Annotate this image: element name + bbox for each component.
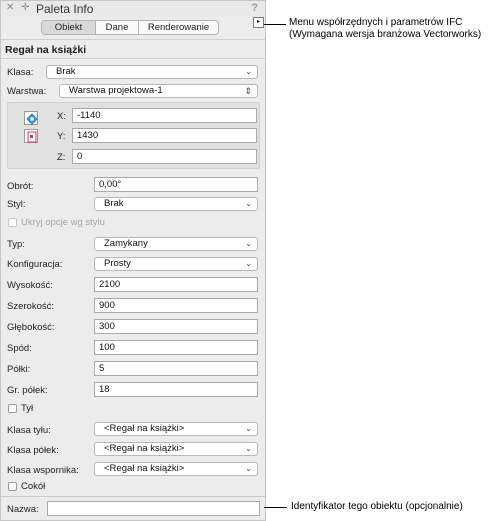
klasa-wspornika-label: Klasa wspornika: xyxy=(7,465,79,476)
callout-ifc-line2: (Wymagana wersja branżowa Vectorworks) xyxy=(289,29,482,40)
konfiguracja-select[interactable]: Prosty ⌄ xyxy=(94,257,258,271)
konfiguracja-label: Konfiguracja: xyxy=(7,259,63,270)
cokol-label: Cokół xyxy=(21,481,46,492)
obrot-field[interactable]: 0,00° xyxy=(94,177,258,192)
klasa-tylu-select[interactable]: <Regał na książki> ⌄ xyxy=(94,422,258,436)
callout-id-text: Identyfikator tego obiektu (opcjonalnie) xyxy=(291,501,463,512)
chevron-down-icon: ⌄ xyxy=(245,464,252,473)
chevron-down-icon: ⌄ xyxy=(245,67,252,76)
warstwa-label: Warstwa: xyxy=(7,86,47,97)
spod-field[interactable]: 100 xyxy=(94,340,258,355)
info-palette: ✕ ✛ Paleta Info ? Obiekt Dane Renderowan… xyxy=(0,0,266,521)
szerokosc-field[interactable]: 900 xyxy=(94,298,258,313)
z-field[interactable]: 0 xyxy=(72,149,257,164)
position-icon[interactable] xyxy=(24,111,38,125)
ifc-menu-icon[interactable]: ▸ xyxy=(253,17,264,28)
typ-label: Typ: xyxy=(7,239,25,250)
updown-chevron-icon: ⇕ xyxy=(244,86,252,96)
ukryj-checkbox[interactable] xyxy=(8,218,17,227)
styl-select[interactable]: Brak ⌄ xyxy=(94,197,258,211)
nazwa-label: Nazwa: xyxy=(7,504,39,515)
object-type-title: Regał na książki xyxy=(5,44,87,56)
klasa-tylu-value: <Regał na książki> xyxy=(104,423,185,434)
chevron-down-icon: ⌄ xyxy=(245,259,252,268)
konfiguracja-value: Prosty xyxy=(104,258,131,269)
x-label: X: xyxy=(57,111,66,122)
klasa-tylu-label: Klasa tyłu: xyxy=(7,425,51,436)
nazwa-field[interactable] xyxy=(47,501,260,516)
help-icon[interactable]: ? xyxy=(251,2,258,14)
callout-line-ifc xyxy=(264,24,286,25)
typ-value: Zamykany xyxy=(104,238,148,249)
rotation-icon[interactable] xyxy=(24,129,38,143)
typ-select[interactable]: Zamykany ⌄ xyxy=(94,237,258,251)
tyl-label: Tył xyxy=(21,403,34,414)
zoom-icon[interactable]: ✛ xyxy=(21,2,31,13)
callout-line-id xyxy=(264,507,287,508)
glebokosc-label: Głębokość: xyxy=(7,322,55,333)
divider xyxy=(1,39,265,40)
klasa-polek-select[interactable]: <Regał na książki> ⌄ xyxy=(94,442,258,456)
y-field[interactable]: 1430 xyxy=(72,128,257,143)
szerokosc-label: Szerokość: xyxy=(7,301,54,312)
glebokosc-field[interactable]: 300 xyxy=(94,319,258,334)
klasa-wspornika-select[interactable]: <Regał na książki> ⌄ xyxy=(94,462,258,476)
x-field[interactable]: -1140 xyxy=(72,108,257,123)
klasa-wspornika-value: <Regał na książki> xyxy=(104,463,185,474)
window-controls[interactable]: ✕ ✛ xyxy=(6,2,32,13)
tyl-checkbox[interactable] xyxy=(8,404,17,413)
close-icon[interactable]: ✕ xyxy=(6,2,16,13)
tab-obiekt[interactable]: Obiekt xyxy=(42,21,96,34)
wysokosc-field[interactable]: 2100 xyxy=(94,277,258,292)
divider xyxy=(1,58,265,59)
klasa-select[interactable]: Brak ⌄ xyxy=(46,65,258,79)
z-label: Z: xyxy=(57,152,66,163)
polki-label: Półki: xyxy=(7,364,31,375)
palette-title: Paleta Info xyxy=(36,2,94,16)
tab-bar: Obiekt Dane Renderowanie xyxy=(41,20,219,35)
klasa-label: Klasa: xyxy=(7,67,34,78)
tab-dane[interactable]: Dane xyxy=(96,21,139,34)
ukryj-label: Ukryj opcje wg stylu xyxy=(21,217,105,228)
klasa-polek-value: <Regał na książki> xyxy=(104,443,185,454)
chevron-down-icon: ⌄ xyxy=(245,239,252,248)
coordinates-group: X: -1140 Y: 1430 Z: 0 xyxy=(7,102,260,169)
spod-label: Spód: xyxy=(7,343,32,354)
warstwa-select[interactable]: Warstwa projektowa-1 ⇕ xyxy=(59,84,258,98)
chevron-down-icon: ⌄ xyxy=(245,424,252,433)
klasa-polek-label: Klasa półek: xyxy=(7,445,59,456)
tab-renderowanie[interactable]: Renderowanie xyxy=(139,21,218,34)
palette-titlebar: ✕ ✛ Paleta Info ? xyxy=(1,1,265,17)
cokol-checkbox[interactable] xyxy=(8,482,17,491)
divider xyxy=(1,496,265,497)
klasa-value: Brak xyxy=(56,66,76,77)
styl-value: Brak xyxy=(104,198,124,209)
wysokosc-label: Wysokość: xyxy=(7,280,53,291)
styl-label: Styl: xyxy=(7,199,26,210)
chevron-down-icon: ⌄ xyxy=(245,199,252,208)
warstwa-value: Warstwa projektowa-1 xyxy=(69,85,163,96)
y-label: Y: xyxy=(57,131,66,142)
gr-polek-field[interactable]: 18 xyxy=(94,382,258,397)
polki-field[interactable]: 5 xyxy=(94,361,258,376)
gr-polek-label: Gr. półek: xyxy=(7,385,48,396)
callout-ifc-line1: Menu współrzędnych i parametrów IFC xyxy=(289,17,463,28)
chevron-down-icon: ⌄ xyxy=(245,444,252,453)
obrot-label: Obrót: xyxy=(7,181,34,192)
